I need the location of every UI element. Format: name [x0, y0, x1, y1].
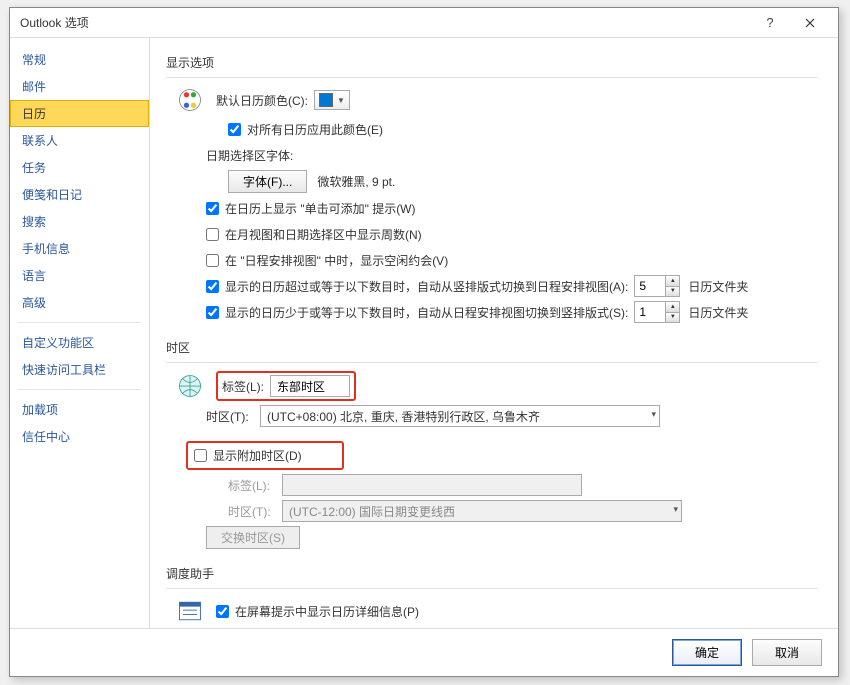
palette-icon — [174, 86, 206, 114]
spinner-buttons[interactable]: ▲▼ — [665, 276, 679, 296]
section-timezone: 时区 — [166, 335, 818, 360]
show-week-numbers-label: 在月视图和日期选择区中显示周数(N) — [225, 226, 422, 243]
sidebar-item-search[interactable]: 搜索 — [10, 208, 149, 235]
show-additional-tz-label: 显示附加时区(D) — [213, 447, 302, 464]
switch-schedule-label: 显示的日历少于或等于以下数目时，自动从日程安排视图切换到竖排版式(S): — [225, 304, 628, 321]
font-button[interactable]: 字体(F)... — [228, 170, 307, 193]
row-swap-tz: 交换时区(S) — [206, 526, 818, 549]
show-additional-tz-checkbox[interactable] — [194, 449, 207, 462]
help-button[interactable]: ? — [750, 9, 790, 37]
row-switch-schedule: 显示的日历少于或等于以下数目时，自动从日程安排视图切换到竖排版式(S): ▲▼ … — [206, 301, 818, 323]
tz2-dropdown-value: (UTC-12:00) 国际日期变更线西 — [282, 500, 682, 522]
switch-vertical-spinner[interactable]: ▲▼ — [634, 275, 680, 297]
show-click-add-checkbox[interactable] — [206, 202, 219, 215]
sidebar-item-mobile[interactable]: 手机信息 — [10, 235, 149, 262]
row-tz2-select: 时区(T): (UTC-12:00) 国际日期变更线西 ▾ — [228, 500, 818, 522]
row-tz2-label: 标签(L): — [228, 474, 818, 496]
sidebar-separator — [18, 389, 141, 390]
dialog-body: 常规 邮件 日历 联系人 任务 便笺和日记 搜索 手机信息 语言 高级 自定义功… — [10, 38, 838, 628]
row-date-font-label: 日期选择区字体: — [206, 144, 818, 166]
sidebar-item-tasks[interactable]: 任务 — [10, 154, 149, 181]
tz2-dropdown: (UTC-12:00) 国际日期变更线西 ▾ — [282, 500, 682, 522]
switch-schedule-spinner[interactable]: ▲▼ — [634, 301, 680, 323]
close-button[interactable] — [790, 9, 830, 37]
sidebar-item-quick-access[interactable]: 快速访问工具栏 — [10, 356, 149, 383]
row-click-add: 在日历上显示 "单击可添加" 提示(W) — [206, 197, 818, 219]
switch-vertical-label: 显示的日历超过或等于以下数目时，自动从竖排版式切换到日程安排视图(A): — [225, 278, 628, 295]
row-sched-tip: 在屏幕提示中显示日历详细信息(P) — [174, 597, 818, 625]
row-tz-label: 标签(L): — [174, 371, 818, 401]
section-display-options: 显示选项 — [166, 50, 818, 75]
dialog-footer: 确定 取消 — [10, 628, 838, 676]
show-free-appts-checkbox[interactable] — [206, 254, 219, 267]
titlebar: Outlook 选项 ? — [10, 8, 838, 38]
row-free-appts: 在 "日程安排视图" 中时，显示空闲约会(V) — [206, 249, 818, 271]
row-apply-all: 对所有日历应用此颜色(E) — [228, 118, 818, 140]
sidebar-item-customize-ribbon[interactable]: 自定义功能区 — [10, 329, 149, 356]
highlight-tz-label: 标签(L): — [216, 371, 356, 401]
row-date-font: 字体(F)... 微软雅黑, 9 pt. — [228, 170, 818, 193]
sidebar-item-addins[interactable]: 加载项 — [10, 396, 149, 423]
tz-label-label: 标签(L): — [222, 378, 264, 395]
row-switch-vertical: 显示的日历超过或等于以下数目时，自动从竖排版式切换到日程安排视图(A): ▲▼ … — [206, 275, 818, 297]
content-pane: 显示选项 默认日历颜色(C): ▼ 对所有日历应用此颜色(E) 日期选择区字体:… — [150, 38, 838, 628]
default-color-picker[interactable]: ▼ — [314, 90, 350, 110]
show-free-appts-label: 在 "日程安排视图" 中时，显示空闲约会(V) — [225, 252, 448, 269]
tz-label-input[interactable] — [270, 375, 350, 397]
sidebar: 常规 邮件 日历 联系人 任务 便笺和日记 搜索 手机信息 语言 高级 自定义功… — [10, 38, 150, 628]
switch-schedule-checkbox[interactable] — [206, 306, 219, 319]
chevron-up-icon[interactable]: ▲ — [665, 302, 679, 313]
sidebar-item-advanced[interactable]: 高级 — [10, 289, 149, 316]
globe-icon — [174, 372, 206, 400]
row-week-numbers: 在月视图和日期选择区中显示周数(N) — [206, 223, 818, 245]
window-title: Outlook 选项 — [20, 14, 750, 31]
apply-all-checkbox[interactable] — [228, 123, 241, 136]
tz2-select-label: 时区(T): — [228, 503, 276, 520]
spinner-buttons[interactable]: ▲▼ — [665, 302, 679, 322]
font-preview: 微软雅黑, 9 pt. — [317, 173, 395, 190]
tz2-label-input — [282, 474, 582, 496]
switch-vertical-suffix: 日历文件夹 — [688, 278, 748, 295]
tz-dropdown[interactable]: (UTC+08:00) 北京, 重庆, 香港特别行政区, 乌鲁木齐 ▾ — [260, 405, 660, 427]
sidebar-item-general[interactable]: 常规 — [10, 46, 149, 73]
row-tz-select: 时区(T): (UTC+08:00) 北京, 重庆, 香港特别行政区, 乌鲁木齐… — [206, 405, 818, 427]
show-week-numbers-checkbox[interactable] — [206, 228, 219, 241]
section-scheduling: 调度助手 — [166, 561, 818, 586]
tz2-label-label: 标签(L): — [228, 477, 276, 494]
sidebar-separator — [18, 322, 141, 323]
tz-select-label: 时区(T): — [206, 408, 254, 425]
chevron-up-icon[interactable]: ▲ — [665, 276, 679, 287]
switch-vertical-checkbox[interactable] — [206, 280, 219, 293]
default-color-label: 默认日历颜色(C): — [216, 92, 308, 109]
outlook-options-dialog: Outlook 选项 ? 常规 邮件 日历 联系人 任务 便笺和日记 搜索 手机… — [9, 7, 839, 677]
chevron-down-icon[interactable]: ▼ — [665, 287, 679, 297]
sidebar-item-calendar[interactable]: 日历 — [10, 100, 149, 127]
highlight-show-additional: 显示附加时区(D) — [186, 441, 344, 470]
sidebar-item-trust-center[interactable]: 信任中心 — [10, 423, 149, 450]
chevron-down-icon: ▼ — [337, 96, 345, 105]
color-square-icon — [319, 93, 333, 107]
tz-dropdown-value: (UTC+08:00) 北京, 重庆, 香港特别行政区, 乌鲁木齐 — [260, 405, 660, 427]
section-rule — [166, 77, 818, 78]
sidebar-item-mail[interactable]: 邮件 — [10, 73, 149, 100]
section-rule — [166, 362, 818, 363]
sidebar-item-contacts[interactable]: 联系人 — [10, 127, 149, 154]
show-details-tooltip-checkbox[interactable] — [216, 605, 229, 618]
row-default-color: 默认日历颜色(C): ▼ — [174, 86, 818, 114]
chevron-down-icon[interactable]: ▼ — [665, 313, 679, 323]
calendar-details-icon — [174, 597, 206, 625]
close-icon — [805, 18, 815, 28]
row-show-additional: 显示附加时区(D) — [186, 441, 818, 470]
sidebar-item-language[interactable]: 语言 — [10, 262, 149, 289]
swap-timezone-button: 交换时区(S) — [206, 526, 300, 549]
section-rule — [166, 588, 818, 589]
show-click-add-label: 在日历上显示 "单击可添加" 提示(W) — [225, 200, 416, 217]
apply-all-label: 对所有日历应用此颜色(E) — [247, 121, 383, 138]
switch-schedule-suffix: 日历文件夹 — [688, 304, 748, 321]
show-details-tooltip-label: 在屏幕提示中显示日历详细信息(P) — [235, 603, 419, 620]
ok-button[interactable]: 确定 — [672, 639, 742, 666]
cancel-button[interactable]: 取消 — [752, 639, 822, 666]
sidebar-item-notes[interactable]: 便笺和日记 — [10, 181, 149, 208]
date-picker-font-label: 日期选择区字体: — [206, 147, 293, 164]
